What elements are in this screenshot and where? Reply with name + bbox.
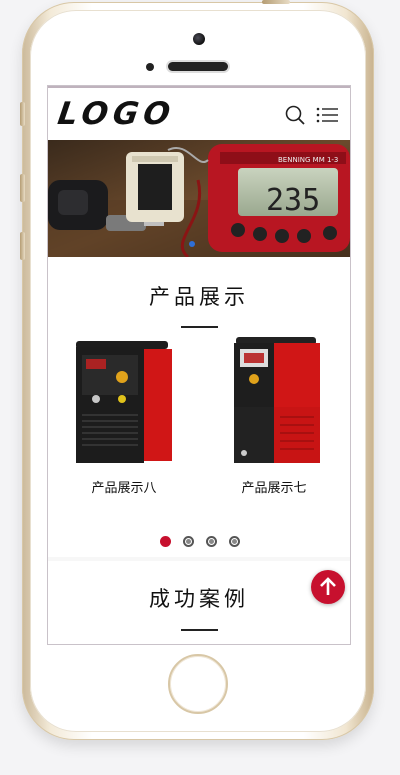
- product-card-label[interactable]: 产品展示七: [206, 477, 342, 496]
- arrow-up-icon: [320, 577, 336, 595]
- screen: LOGO BENNING MM 1-3 235 产品展示 产品展示八 产品展示七…: [47, 85, 351, 645]
- pagination-dot-3[interactable]: [206, 536, 217, 547]
- back-to-top-button[interactable]: [311, 570, 345, 604]
- products-title-underline: [181, 326, 218, 328]
- banner-image: BENNING MM 1-3 235: [48, 140, 350, 257]
- product-image-welder-eight: [76, 341, 172, 463]
- pagination-dot-4[interactable]: [229, 536, 240, 547]
- earpiece-speaker: [168, 62, 228, 71]
- pagination-dot-2[interactable]: [183, 536, 194, 547]
- volume-down-button: [20, 232, 25, 260]
- product-card[interactable]: [56, 333, 192, 469]
- cases-title: 成功案例: [149, 587, 249, 611]
- pagination-dot-1[interactable]: [160, 536, 171, 547]
- product-image-welder-seven: [234, 337, 320, 463]
- menu-icon[interactable]: [316, 106, 338, 124]
- products-title: 产品展示: [149, 285, 249, 309]
- front-camera: [193, 33, 205, 45]
- search-icon[interactable]: [285, 105, 305, 125]
- multimeter-brand: BENNING MM 1-3: [278, 156, 338, 164]
- mute-switch: [20, 102, 25, 126]
- banner-slider-dot[interactable]: [189, 241, 195, 247]
- proximity-sensor: [146, 63, 154, 71]
- multimeter-reading: 235: [266, 183, 320, 218]
- site-header: LOGO: [48, 86, 350, 142]
- power-button: [262, 0, 290, 4]
- hero-banner[interactable]: BENNING MM 1-3 235: [48, 140, 350, 257]
- volume-up-button: [20, 174, 25, 202]
- cases-title-underline: [181, 629, 218, 631]
- home-button[interactable]: [168, 654, 228, 714]
- product-card-label[interactable]: 产品展示八: [56, 477, 192, 496]
- product-card[interactable]: [206, 333, 342, 469]
- site-logo[interactable]: LOGO: [55, 96, 177, 132]
